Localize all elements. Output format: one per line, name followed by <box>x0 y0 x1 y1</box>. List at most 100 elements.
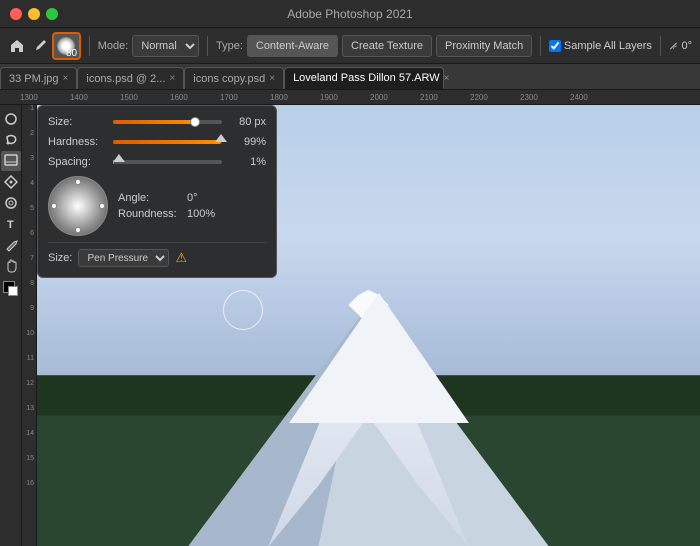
tab-33pm-close[interactable]: × <box>63 73 69 84</box>
size-slider-thumb[interactable] <box>190 117 200 127</box>
pen-tool[interactable] <box>1 235 21 255</box>
size-slider-fill <box>113 120 195 124</box>
tab-33pm[interactable]: 33 PM.jpg × <box>0 67 77 89</box>
minimize-button[interactable] <box>28 8 40 20</box>
ruler-numbers: 1300 1400 1500 1600 1700 1800 1900 2000 … <box>20 93 620 102</box>
ruler-tick: 2000 <box>370 93 420 102</box>
background-color[interactable] <box>8 286 18 296</box>
hardness-slider-thumb[interactable] <box>215 134 227 142</box>
size-value: 80 px <box>226 116 266 128</box>
v-ruler-tick: 10 <box>22 330 36 355</box>
hand-tool[interactable] <box>1 256 21 276</box>
brush-tool[interactable] <box>1 151 21 171</box>
size-bottom-row: Size: Pen Pressure Off ⚠ <box>48 242 266 267</box>
v-ruler-tick: 6 <box>22 230 36 255</box>
ruler-tick: 1600 <box>170 93 220 102</box>
toolbar-divider-1 <box>89 36 90 56</box>
v-ruler-tick: 5 <box>22 205 36 230</box>
titlebar: Adobe Photoshop 2021 <box>0 0 700 28</box>
top-toolbar: 80 Mode: Normal Darken Lighten Type: Con… <box>0 28 700 64</box>
tab-icons-copy-label: icons copy.psd <box>193 73 265 85</box>
ruler-tick: 1900 <box>320 93 370 102</box>
brush-handle-top[interactable] <box>75 179 81 185</box>
tab-icons-copy-close[interactable]: × <box>269 73 275 84</box>
proximity-match-button[interactable]: Proximity Match <box>436 35 532 57</box>
type-label: Type: <box>216 40 243 52</box>
traffic-lights <box>10 8 58 20</box>
v-ruler-tick: 7 <box>22 255 36 280</box>
angle-label: Angle: <box>118 192 183 204</box>
vertical-ruler: 1 2 3 4 5 6 7 8 9 10 11 12 13 14 15 16 <box>22 105 37 546</box>
roundness-label: Roundness: <box>118 208 183 220</box>
tab-icons-copy[interactable]: icons copy.psd × <box>184 67 284 89</box>
canvas-area[interactable]: Size: 80 px Hardness: 99% Spacing: <box>37 105 700 546</box>
toolbar-divider-3 <box>540 36 541 56</box>
brush-angle-preview[interactable] <box>48 176 108 236</box>
content-aware-button[interactable]: Content-Aware <box>247 35 338 57</box>
pen-pressure-select[interactable]: Pen Pressure Off <box>78 249 169 267</box>
app-title: Adobe Photoshop 2021 <box>287 7 412 21</box>
tab-loveland[interactable]: Loveland Pass Dillon 57.ARW × <box>284 67 444 89</box>
angle-value-row: Angle: 0° <box>118 192 215 204</box>
home-button[interactable] <box>8 32 26 60</box>
crop-tool[interactable] <box>1 172 21 192</box>
type-tool[interactable]: T <box>1 214 21 234</box>
hardness-slider-fill <box>113 140 221 144</box>
tab-loveland-close[interactable]: × <box>444 73 450 84</box>
spot-healing-tool[interactable] <box>1 193 21 213</box>
angle-value: 0° <box>681 40 692 52</box>
v-ruler-tick: 8 <box>22 280 36 305</box>
ruler-tick: 1300 <box>20 93 70 102</box>
ruler-tick: 2200 <box>470 93 520 102</box>
left-toolbar: T <box>0 105 22 546</box>
ruler-tick: 1500 <box>120 93 170 102</box>
brush-handle-right[interactable] <box>99 203 105 209</box>
main-area: T 1 2 3 4 5 6 7 8 9 10 11 12 13 <box>0 105 700 546</box>
hardness-slider-track[interactable] <box>113 140 222 144</box>
brush-handle-bottom[interactable] <box>75 227 81 233</box>
v-ruler-tick: 16 <box>22 480 36 505</box>
brush-size-button[interactable]: 80 <box>52 32 81 60</box>
hardness-value: 99% <box>226 136 266 148</box>
ruler-tick: 1800 <box>270 93 320 102</box>
hardness-label: Hardness: <box>48 136 113 148</box>
tab-loveland-label: Loveland Pass Dillon 57.ARW <box>293 72 440 84</box>
brush-icon-button[interactable] <box>30 32 48 60</box>
angle-icon <box>669 39 678 53</box>
lasso-tool[interactable] <box>1 130 21 150</box>
v-ruler-tick: 3 <box>22 155 36 180</box>
toolbar-divider-2 <box>207 36 208 56</box>
mode-select[interactable]: Normal Darken Lighten <box>132 35 199 57</box>
tab-icons-psd-close[interactable]: × <box>169 73 175 84</box>
maximize-button[interactable] <box>46 8 58 20</box>
ruler-tick: 1700 <box>220 93 270 102</box>
spacing-slider-thumb[interactable] <box>113 154 125 162</box>
size-slider-track[interactable] <box>113 120 222 124</box>
brush-handle-left[interactable] <box>51 203 57 209</box>
tab-33pm-label: 33 PM.jpg <box>9 73 59 85</box>
v-ruler-tick: 11 <box>22 355 36 380</box>
sample-all-layers-label[interactable]: Sample All Layers <box>549 40 652 52</box>
tab-icons-psd[interactable]: icons.psd @ 2... × <box>77 67 184 89</box>
angle-roundness-values: Angle: 0° Roundness: 100% <box>118 192 215 220</box>
v-ruler-tick: 4 <box>22 180 36 205</box>
create-texture-button[interactable]: Create Texture <box>342 35 432 57</box>
color-boxes[interactable] <box>3 281 19 297</box>
size-label: Size: <box>48 116 113 128</box>
spacing-row: Spacing: 1% <box>48 156 266 168</box>
ruler-tick: 2400 <box>570 93 620 102</box>
v-ruler-tick: 1 <box>22 105 36 130</box>
spacing-value: 1% <box>226 156 266 168</box>
size-bottom-label: Size: <box>48 252 72 264</box>
tab-icons-psd-label: icons.psd @ 2... <box>86 73 165 85</box>
ruler-tick: 2300 <box>520 93 570 102</box>
sample-all-layers-checkbox[interactable] <box>549 40 561 52</box>
toolbar-divider-4 <box>660 36 661 56</box>
v-ruler-tick: 12 <box>22 380 36 405</box>
spacing-slider-track[interactable] <box>113 160 222 164</box>
brush-options-panel: Size: 80 px Hardness: 99% Spacing: <box>37 105 277 278</box>
svg-text:T: T <box>7 219 14 231</box>
close-button[interactable] <box>10 8 22 20</box>
selection-tool[interactable] <box>1 109 21 129</box>
v-ruler-tick: 15 <box>22 455 36 480</box>
